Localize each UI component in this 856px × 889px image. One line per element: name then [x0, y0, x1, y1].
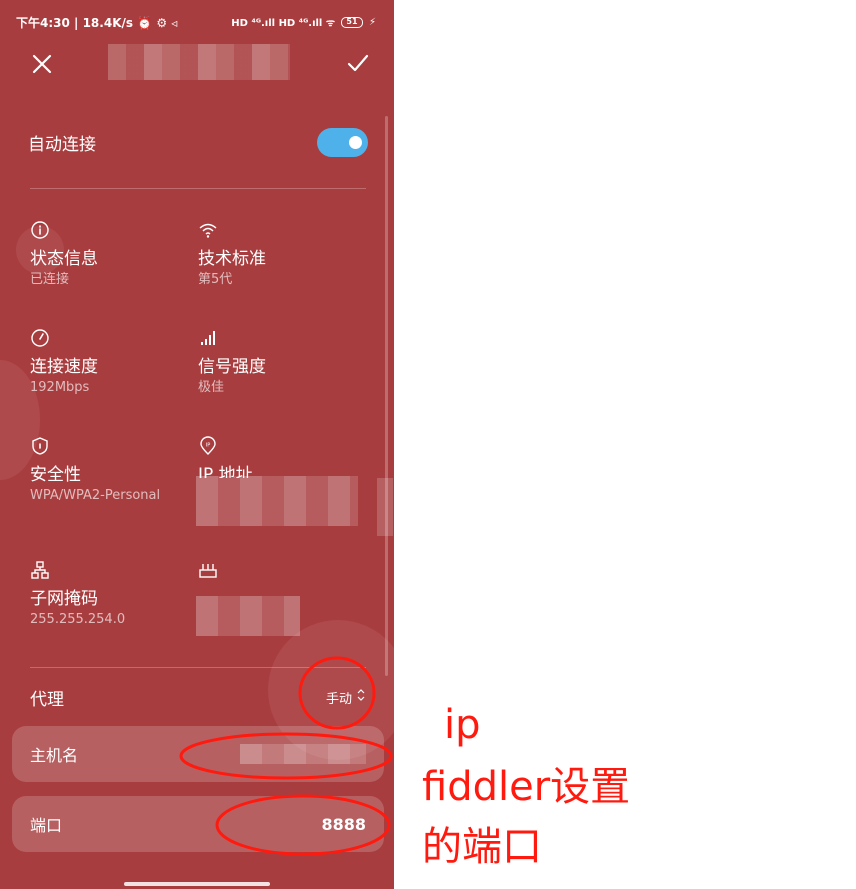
security-title: 安全性 [30, 465, 81, 485]
phone-screen: 下午4:30 | 18.4K/s ⏰ ⚙ ◃ HD ⁴ᴳ.ıll HD ⁴ᴳ.ı… [0, 0, 394, 889]
network-name-blurred [108, 44, 290, 80]
annotation-ip: ip [444, 702, 481, 748]
subnet-title: 子网掩码 [30, 589, 98, 609]
toggle-knob [349, 135, 362, 149]
shield-icon [30, 436, 50, 456]
port-label: 端口 [30, 816, 63, 835]
status-title: 状态信息 [30, 249, 98, 269]
proxy-selector[interactable]: 手动 [326, 688, 366, 707]
info-signal: 信号强度 极佳 [198, 328, 363, 398]
proxy-label: 代理 [30, 689, 64, 710]
proxy-value: 手动 [325, 691, 352, 707]
info-status: 状态信息 已连接 [30, 220, 195, 290]
info-icon [30, 220, 50, 240]
signal-title: 信号强度 [198, 357, 266, 377]
subnet-value: 255.255.254.0 [30, 612, 126, 627]
ip-value-blurred [196, 476, 358, 526]
info-standard: 技术标准 第5代 [198, 220, 363, 290]
auto-connect-toggle[interactable] [317, 127, 368, 157]
top-bar [0, 44, 394, 84]
gateway-value-blurred [196, 596, 300, 636]
router-icon [198, 560, 218, 580]
signal-strength-icon [198, 328, 218, 348]
status-icons: HD ⁴ᴳ.ıll HD ⁴ᴳ.ıll ᯤ 51 ⚡ [231, 15, 376, 29]
divider [30, 667, 366, 668]
port-field[interactable]: 端口 8888 [12, 796, 384, 852]
svg-text:IP: IP [206, 443, 211, 449]
standard-title: 技术标准 [198, 249, 266, 269]
signal-value: 极佳 [198, 380, 225, 395]
hostname-label: 主机名 [30, 746, 79, 765]
home-indicator[interactable] [124, 882, 270, 886]
scroll-thumb[interactable] [377, 478, 393, 536]
standard-value: 第5代 [198, 272, 233, 287]
auto-connect-row: 自动连接 [28, 126, 368, 158]
port-value[interactable]: 8888 [321, 815, 366, 834]
hostname-field[interactable]: 主机名 [12, 726, 384, 782]
network-topology-icon [30, 560, 50, 580]
charging-icon: ⚡ [368, 16, 376, 28]
check-icon[interactable] [344, 50, 372, 78]
info-gateway [198, 560, 363, 588]
info-security: 安全性 WPA/WPA2-Personal [30, 436, 195, 506]
hostname-value-blurred [240, 744, 366, 764]
annotation-port: 的端口 [422, 824, 542, 870]
speed-title: 连接速度 [30, 357, 98, 377]
divider [30, 188, 366, 189]
status-bar: 下午4:30 | 18.4K/s ⏰ ⚙ ◃ HD ⁴ᴳ.ıll HD ⁴ᴳ.ı… [16, 12, 376, 32]
close-icon[interactable] [28, 50, 56, 78]
proxy-row[interactable]: 代理 手动 [30, 684, 366, 710]
annotation-fiddler: fiddler设置 [422, 764, 631, 810]
info-subnet: 子网掩码 255.255.254.0 [30, 560, 195, 630]
security-value: WPA/WPA2-Personal [30, 488, 161, 503]
scrollbar[interactable] [385, 116, 388, 676]
status-value: 已连接 [30, 272, 70, 287]
signal-icon: HD ⁴ᴳ.ıll HD ⁴ᴳ.ıll ᯤ [231, 18, 335, 29]
speed-value: 192Mbps [30, 380, 90, 395]
location-pin-icon: IP [198, 436, 218, 456]
auto-connect-label: 自动连接 [28, 134, 96, 155]
updown-chevron-icon [356, 688, 366, 706]
battery-icon: 51 [340, 16, 363, 28]
info-speed: 连接速度 192Mbps [30, 328, 195, 398]
info-ip: IP IP 地址 [198, 436, 363, 478]
wifi-icon [198, 220, 218, 240]
status-time: 下午4:30 | 18.4K/s ⏰ ⚙ ◃ [16, 15, 178, 30]
speedometer-icon [30, 328, 50, 348]
